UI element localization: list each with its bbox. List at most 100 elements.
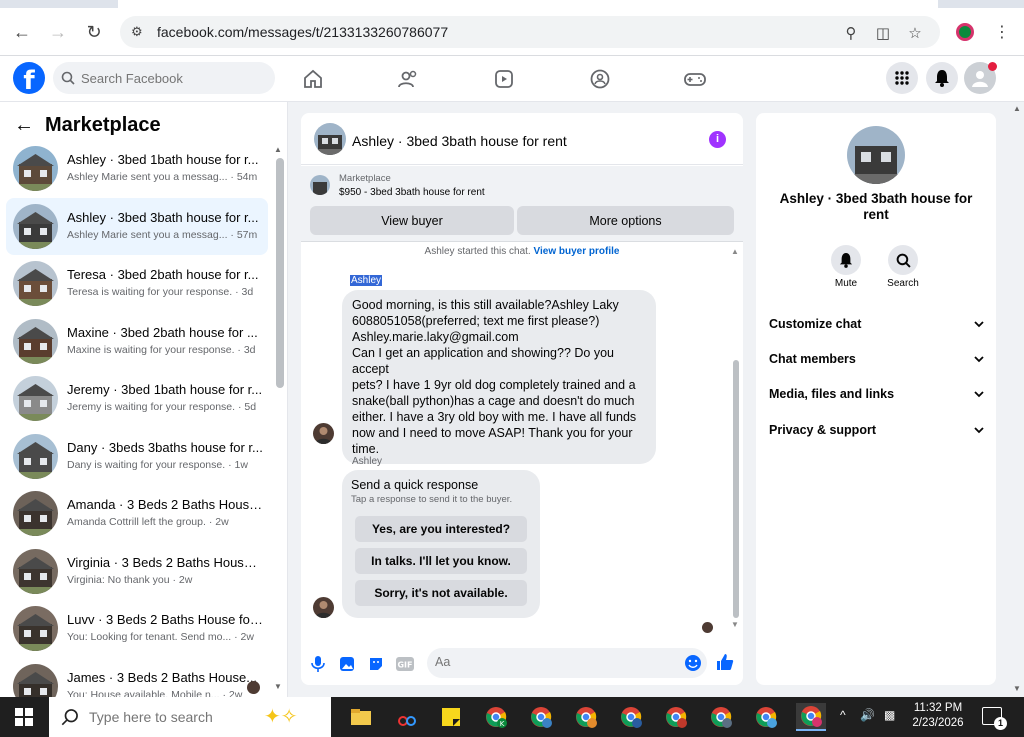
notifications-bell-icon[interactable]	[926, 62, 958, 94]
mute-label: Mute	[834, 278, 858, 289]
conversation-title: Amanda · 3 Beds 2 Baths House...	[67, 497, 263, 512]
conversation-item[interactable]: Ashley · 3bed 1bath house for r... Ashley…	[6, 140, 268, 198]
chrome-profile-k-icon[interactable]: K	[481, 703, 511, 731]
taskbar-search[interactable]: ✦✧	[49, 697, 331, 737]
home-icon[interactable]	[300, 66, 326, 92]
page-scrollbar[interactable]: ▲ ▼	[1010, 102, 1024, 697]
back-arrow-icon[interactable]: ←	[14, 114, 34, 137]
conversation-title: Ashley · 3bed 3bath house for r...	[67, 209, 259, 225]
chrome-profile-icon[interactable]	[751, 703, 781, 731]
conversation-item[interactable]: Amanda · 3 Beds 2 Baths House... Amanda C…	[6, 485, 268, 543]
like-thumb-icon[interactable]	[716, 653, 734, 671]
chat-avatar[interactable]	[314, 123, 346, 155]
chat-members-section[interactable]: Chat members	[769, 352, 984, 372]
chrome-profile-icon[interactable]	[571, 703, 601, 731]
view-buyer-profile-link[interactable]: View buyer profile	[534, 246, 620, 257]
media-files-links-section[interactable]: Media, files and links	[769, 387, 984, 407]
scroll-down-icon[interactable]: ▼	[274, 682, 282, 691]
message-line: Good morning, is this still available?As…	[352, 298, 619, 312]
facebook-search[interactable]	[53, 62, 275, 94]
customize-chat-section[interactable]: Customize chat	[769, 317, 984, 337]
message-input[interactable]	[435, 655, 665, 669]
conversation-item[interactable]: Luvv · 3 Beds 2 Baths House for... You: L…	[6, 600, 268, 658]
bookmark-star-icon[interactable]: ☆	[906, 24, 924, 42]
quick-response-sorry-button[interactable]: Sorry, it's not available.	[355, 580, 527, 606]
copilot-sparkle-icon[interactable]: ✦✧	[264, 704, 298, 729]
section-label: Media, files and links	[769, 387, 895, 401]
install-app-icon[interactable]: ◫	[874, 24, 892, 42]
privacy-support-section[interactable]: Privacy & support	[769, 423, 984, 443]
taskbar-clock[interactable]: 11:32 PM 2/23/2026	[908, 701, 968, 731]
chrome-profile-icon[interactable]	[616, 703, 646, 731]
network-icon[interactable]: ▩	[884, 708, 895, 722]
zoom-icon[interactable]: ⚲	[842, 24, 860, 42]
active-tab[interactable]	[118, 0, 938, 8]
listing-avatar[interactable]	[847, 126, 905, 184]
snipping-tool-icon[interactable]	[392, 703, 422, 731]
file-explorer-icon[interactable]	[346, 703, 376, 731]
photo-icon[interactable]	[338, 655, 356, 673]
more-options-button[interactable]: More options	[517, 206, 734, 235]
taskbar-search-input[interactable]	[89, 709, 259, 725]
listing-price[interactable]: $950 - 3bed 3bath house for rent	[339, 187, 485, 198]
emoji-icon[interactable]	[684, 654, 702, 672]
site-settings-icon[interactable]: ⚙	[131, 24, 143, 40]
mute-button[interactable]	[831, 245, 861, 275]
chevron-down-icon	[974, 321, 984, 328]
svg-text:K: K	[500, 720, 505, 728]
search-input[interactable]	[81, 70, 251, 86]
sender-avatar[interactable]	[313, 597, 334, 618]
chrome-profile-icon[interactable]	[526, 703, 556, 731]
reload-icon[interactable]: ↻	[82, 20, 106, 44]
friends-icon[interactable]	[395, 66, 421, 92]
sticky-notes-icon[interactable]	[436, 703, 466, 731]
conversation-item[interactable]: Maxine · 3bed 2bath house for ... Maxine …	[6, 313, 268, 371]
listing-thumbnail[interactable]	[310, 175, 330, 195]
windows-taskbar: ✦✧ K ^ 🔊 ▩ 11:32 PM 2/23/2026 1	[0, 697, 1024, 737]
search-conversation-button[interactable]	[888, 245, 918, 275]
conversation-item[interactable]: Dany · 3beds 3baths house for r... Dany i…	[6, 428, 268, 486]
message-bubble[interactable]: Good morning, is this still available?As…	[342, 290, 656, 464]
scroll-up-icon[interactable]: ▲	[274, 145, 282, 154]
quick-response-in-talks-button[interactable]: In talks. I'll let you know.	[355, 548, 527, 574]
message-input-box[interactable]	[427, 648, 707, 678]
conversation-item[interactable]: Virginia · 3 Beds 2 Baths House ... Virgi…	[6, 543, 268, 601]
info-icon[interactable]: i	[709, 131, 726, 148]
quick-response-yes-button[interactable]: Yes, are you interested?	[355, 516, 527, 542]
watch-icon[interactable]	[491, 66, 517, 92]
chrome-active-icon[interactable]	[796, 703, 826, 731]
gif-icon[interactable]: GIF	[396, 655, 414, 673]
conversation-item[interactable]: Jeremy · 3bed 1bath house for r... Jeremy…	[6, 370, 268, 428]
conversation-item[interactable]: Ashley · 3bed 3bath house for r... Ashley…	[6, 197, 268, 255]
facebook-logo[interactable]: f	[13, 62, 45, 94]
menu-dots-icon[interactable]: ⋮	[990, 20, 1014, 44]
windows-start-icon[interactable]	[0, 697, 48, 737]
notification-center-icon[interactable]: 1	[982, 707, 1007, 730]
scroll-down-icon[interactable]: ▼	[731, 620, 739, 629]
menu-grid-icon[interactable]	[886, 62, 918, 94]
forward-arrow-icon[interactable]: →	[46, 20, 70, 44]
volume-icon[interactable]: 🔊	[860, 708, 875, 722]
gaming-icon[interactable]	[682, 66, 708, 92]
scroll-down-icon[interactable]: ▼	[1013, 684, 1021, 693]
chrome-profile-icon[interactable]	[661, 703, 691, 731]
groups-icon[interactable]	[587, 66, 613, 92]
back-arrow-icon[interactable]: ←	[10, 20, 34, 44]
address-bar[interactable]: ⚙ facebook.com/messages/t/21331332607860…	[120, 16, 940, 48]
bell-icon	[839, 253, 853, 268]
profile-icon[interactable]	[956, 23, 974, 41]
scroll-up-icon[interactable]: ▲	[1013, 104, 1021, 113]
scroll-up-icon[interactable]: ▲	[731, 247, 739, 256]
chat-scrollbar[interactable]	[733, 360, 739, 618]
chrome-profile-icon[interactable]	[706, 703, 736, 731]
url-text[interactable]: facebook.com/messages/t/2133133260786077	[157, 24, 448, 40]
sender-avatar[interactable]	[313, 423, 334, 444]
sticker-icon[interactable]	[367, 655, 385, 673]
conversation-item[interactable]: Teresa · 3bed 2bath house for r... Teresa…	[6, 255, 268, 313]
account-avatar[interactable]	[964, 62, 997, 94]
sidebar-scrollbar[interactable]	[276, 158, 284, 388]
chevron-up-icon[interactable]: ^	[840, 708, 846, 722]
conversation-title: Virginia · 3 Beds 2 Baths House ...	[67, 554, 263, 570]
microphone-icon[interactable]	[309, 655, 327, 673]
view-buyer-button[interactable]: View buyer	[310, 206, 514, 235]
